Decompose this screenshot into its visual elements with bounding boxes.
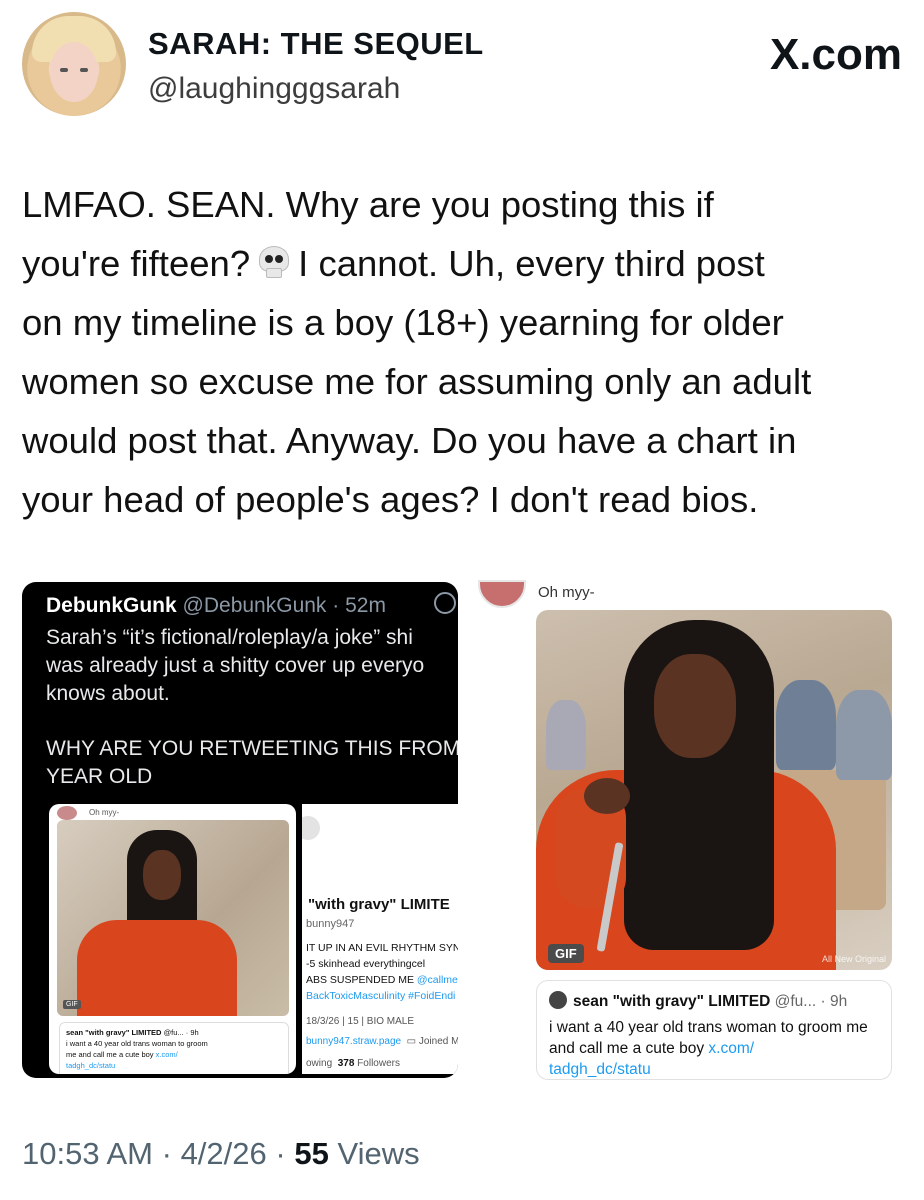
bio-mention-link[interactable]: @callmesl <box>417 974 458 986</box>
profile-follow-counts: owing 378 Followers <box>306 1058 400 1069</box>
quoted-tweet-header: sean "with gravy" LIMITED @fu... · 9h <box>549 991 879 1011</box>
embedded-screenshot-left[interactable]: DebunkGunk @DebunkGunk · 52m Sarah’s “it… <box>22 582 458 1078</box>
gif-badge: GIF <box>548 944 584 963</box>
quoted-link[interactable]: x.com/ <box>708 1040 754 1057</box>
mini-retweet-card: Oh myy- GIF sean "with gravy" LIMITED @f… <box>49 804 296 1074</box>
author-display-name[interactable]: SARAH: THE SEQUEL <box>148 26 484 62</box>
bio-line: IT UP IN AN EVIL RHYTHM SYN <box>306 942 458 954</box>
caps-line: WHY ARE YOU RETWEETING THIS FROM <box>46 737 458 760</box>
profile-following: owing <box>306 1058 333 1069</box>
followers-label: Followers <box>357 1058 400 1069</box>
mini-tweet-name: sean "with gravy" LIMITED <box>66 1028 162 1037</box>
tweet-text: LMFAO. SEAN. Why are you posting this if… <box>22 175 902 529</box>
profile-links: bunny947.straw.page ▭ Joined M <box>306 1036 458 1047</box>
bio-line-part: ABS SUSPENDED ME <box>306 974 414 986</box>
author-handle[interactable]: @laughingggsarah <box>148 72 400 106</box>
tweet-line: your head of people's ages? I don't read… <box>22 479 759 520</box>
profile-joined: Joined M <box>418 1036 458 1047</box>
gif-image[interactable]: GIF All New Original <box>536 610 892 970</box>
quoted-name: sean "with gravy" LIMITED <box>573 993 771 1010</box>
bio-line: -5 skinhead everythingcel <box>306 958 426 970</box>
tweet-date[interactable]: 4/2/26 <box>181 1136 267 1171</box>
quoted-author-name: DebunkGunk <box>46 594 177 617</box>
mini-quoted-tweet: sean "with gravy" LIMITED @fu... · 9h i … <box>59 1022 289 1074</box>
quoted-tweet-caps: WHY ARE YOU RETWEETING THIS FROM YEAR OL… <box>46 735 458 791</box>
tweet-line-part: you're fifteen? <box>22 243 251 284</box>
tweet-line: would post that. Anyway. Do you have a c… <box>22 420 797 461</box>
mini-tweet-line2: me and call me a cute boy <box>66 1050 154 1059</box>
mini-tweet-line1: i want a 40 year old trans woman to groo… <box>66 1039 208 1048</box>
retweeter-avatar <box>478 580 526 608</box>
retweet-caption: Oh myy- <box>538 584 595 601</box>
quoted-meta: @fu... · 9h <box>774 993 848 1010</box>
profile-website-link[interactable]: bunny947.straw.page <box>306 1036 401 1047</box>
profile-avatar[interactable] <box>22 12 126 116</box>
skull-emoji-icon <box>256 244 292 280</box>
profile-avatar-small <box>302 816 320 840</box>
watermark-text: All New Original <box>821 954 886 964</box>
embedded-screenshot-right[interactable]: GIF All New Original sean "with gravy" L… <box>520 604 898 1082</box>
quoted-tweet-card[interactable]: sean "with gravy" LIMITED @fu... · 9h i … <box>536 980 892 1080</box>
quoted-link-cut: tadgh_dc/statu <box>549 1061 651 1078</box>
x-logo: X.com <box>769 30 902 79</box>
tweet-line-part: I cannot. Uh, every third post <box>298 243 765 284</box>
quoted-avatar <box>549 991 567 1009</box>
mini-gif-badge: GIF <box>63 1000 81 1009</box>
quoted-line: Sarah’s “it’s fictional/roleplay/a joke”… <box>46 626 413 649</box>
quoted-tweet-header: DebunkGunk @DebunkGunk · 52m <box>46 594 386 618</box>
mini-oh-text: Oh myy- <box>89 808 120 817</box>
caps-line: YEAR OLD <box>46 765 153 788</box>
tweet-line: on my timeline is a boy (18+) yearning f… <box>22 302 784 343</box>
tweet-time[interactable]: 10:53 AM <box>22 1136 153 1171</box>
grok-icon <box>434 592 456 614</box>
bio-hashtags: BackToxicMasculinity #FoidEndi <box>306 990 456 1002</box>
quoted-tweet-body: Sarah’s “it’s fictional/roleplay/a joke”… <box>46 624 458 708</box>
mini-tweet-meta: @fu... · 9h <box>163 1028 199 1037</box>
tweet-line: women so excuse me for assuming only an … <box>22 361 812 402</box>
quoted-line: knows about. <box>46 682 170 705</box>
separator-dot: · <box>275 1136 286 1171</box>
views-label: Views <box>337 1136 420 1171</box>
quoted-line: was already just a shitty cover up every… <box>46 654 425 677</box>
bio-line: ABS SUSPENDED ME @callmesl <box>306 972 458 988</box>
views-count[interactable]: 55 <box>294 1136 328 1171</box>
profile-handle: bunny947 <box>306 918 355 930</box>
quoted-tweet-text: i want a 40 year old trans woman to groo… <box>549 1017 879 1079</box>
profile-bio: IT UP IN AN EVIL RHYTHM SYN -5 skinhead … <box>306 940 458 1004</box>
quoted-author-handle: @DebunkGunk · 52m <box>182 594 386 617</box>
separator-dot: · <box>161 1136 172 1171</box>
mini-tweet-link[interactable]: x.com/ <box>156 1050 178 1059</box>
followers-count: 378 <box>337 1058 355 1069</box>
calendar-icon: ▭ <box>406 1036 417 1047</box>
mini-gif-image: GIF <box>57 820 289 1016</box>
profile-card: "with gravy" LIMITE bunny947 IT UP IN AN… <box>302 804 458 1074</box>
profile-meta: 18/3/26 | 15 | BIO MALE <box>306 1016 415 1027</box>
tweet-header: SARAH: THE SEQUEL @laughingggsarah X.com <box>22 12 902 122</box>
tweet-line: LMFAO. SEAN. Why are you posting this if <box>22 184 714 225</box>
mini-tweet-line3: tadgh_dc/statu <box>66 1061 116 1070</box>
tweet-line: you're fifteen? I cannot. Uh, every third… <box>22 234 902 293</box>
profile-name: "with gravy" LIMITE <box>308 896 450 913</box>
mini-avatar <box>57 806 77 820</box>
tweet-footer: 10:53 AM · 4/2/26 · 55 Views <box>22 1136 420 1172</box>
